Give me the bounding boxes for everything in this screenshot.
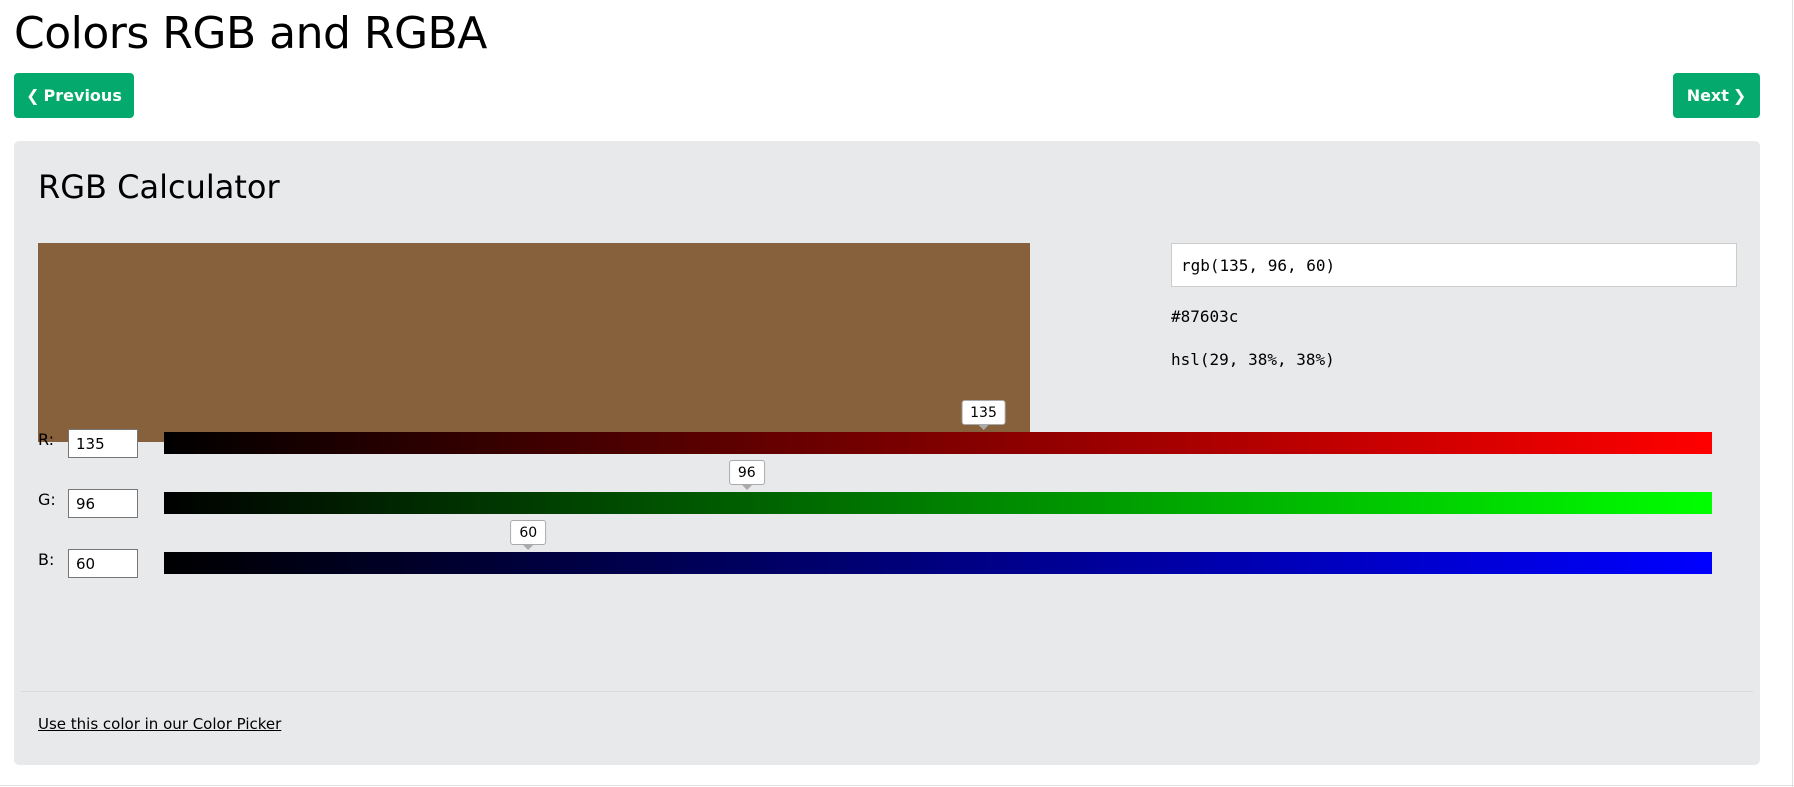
next-button-label: Next (1686, 86, 1729, 105)
red-slider-handle[interactable]: 135 (961, 400, 1006, 425)
hsl-value: hsl(29, 38%, 38%) (1171, 350, 1335, 369)
chevron-right-icon: ❯ (1732, 86, 1747, 105)
divider (21, 691, 1753, 692)
chevron-left-icon: ❮ (26, 86, 40, 105)
hex-value: #87603c (1171, 307, 1239, 326)
rgb-calculator-panel: RGB Calculator #87603c hsl(29, 38%, 38%)… (14, 141, 1760, 765)
blue-slider-handle[interactable]: 60 (510, 520, 547, 545)
rgb-value-input[interactable] (1171, 243, 1737, 287)
green-slider-handle[interactable]: 96 (728, 460, 765, 485)
color-picker-link[interactable]: Use this color in our Color Picker (38, 715, 281, 733)
color-swatch (38, 243, 1030, 442)
red-value-input[interactable] (68, 429, 138, 458)
green-slider-row: G: 96 (38, 460, 1738, 530)
green-label: G: (38, 490, 56, 509)
previous-button[interactable]: ❮ Previous (14, 73, 134, 118)
right-border (1792, 0, 1793, 787)
green-value-input[interactable] (68, 489, 138, 518)
red-label: R: (38, 430, 55, 449)
calculator-title: RGB Calculator (38, 168, 280, 206)
page: Colors RGB and RGBA ❮ Previous Next ❯ RG… (0, 0, 1794, 787)
red-slider[interactable]: 135 (164, 400, 1712, 454)
blue-value-input[interactable] (68, 549, 138, 578)
blue-slider[interactable]: 60 (164, 520, 1712, 574)
bottom-border (0, 785, 1794, 786)
page-title: Colors RGB and RGBA (14, 8, 487, 59)
green-slider[interactable]: 96 (164, 460, 1712, 514)
blue-slider-row: B: 60 (38, 520, 1738, 590)
blue-label: B: (38, 550, 55, 569)
previous-button-label: Previous (43, 86, 122, 105)
red-slider-row: R: 135 (38, 400, 1738, 470)
next-button[interactable]: Next ❯ (1673, 73, 1760, 118)
